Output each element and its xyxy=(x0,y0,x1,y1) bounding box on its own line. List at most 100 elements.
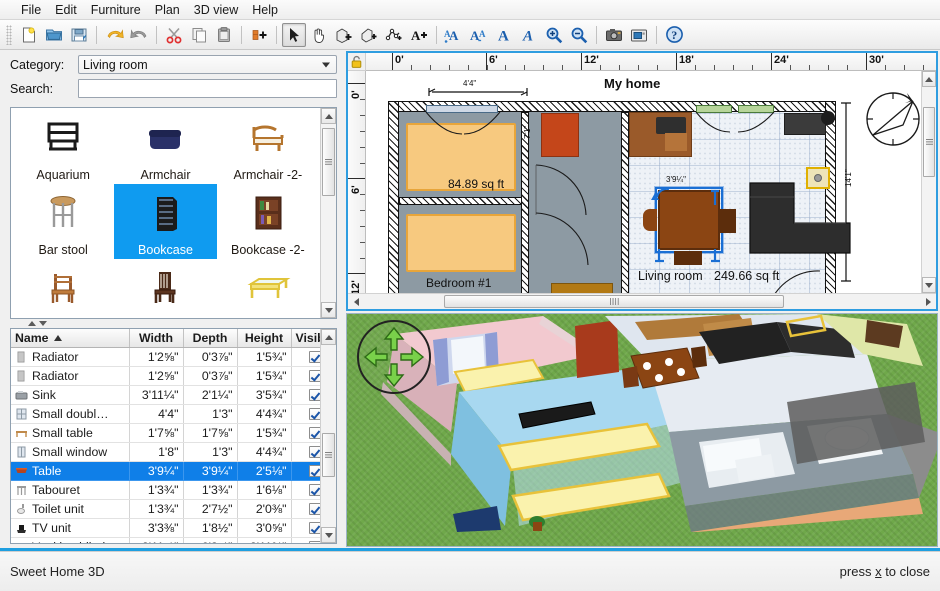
create-rooms-icon[interactable] xyxy=(357,23,381,47)
visible-checkbox[interactable] xyxy=(309,351,320,363)
create-polyline-icon[interactable] xyxy=(382,23,406,47)
plan-scroll-up-button[interactable] xyxy=(922,71,936,87)
left-pane-divider[interactable] xyxy=(0,319,345,328)
furniture-wardrobe[interactable] xyxy=(541,113,579,157)
zoom-in-icon[interactable] xyxy=(542,23,566,47)
catalog-item-bookcase-2[interactable]: Bookcase -2- xyxy=(217,184,319,259)
catalog-item-bookcase[interactable]: Bookcase xyxy=(114,184,216,259)
add-furniture-icon[interactable] xyxy=(247,23,271,47)
redo-icon[interactable] xyxy=(127,23,151,47)
padlock-unlocked-icon[interactable] xyxy=(348,53,366,71)
plan-canvas[interactable]: My home 4'4" 14'1" xyxy=(366,71,921,293)
furniture-speaker[interactable] xyxy=(821,111,835,125)
furniture-tv-unit[interactable] xyxy=(784,113,826,135)
catalog-item-aquarium[interactable]: Aquarium xyxy=(12,109,114,184)
wall-west[interactable] xyxy=(388,101,399,293)
table-row[interactable]: Small table 1'7⅝" 1'7⅝" 1'5¾" xyxy=(11,423,320,442)
divider-collapse-down-icon[interactable] xyxy=(39,321,47,326)
plan-scroll-track[interactable] xyxy=(922,87,936,277)
undo-icon[interactable] xyxy=(102,23,126,47)
visible-checkbox[interactable] xyxy=(309,503,320,515)
table-row[interactable]: Toilet unit 1'3¾" 2'7½" 2'0⅜" xyxy=(11,499,320,518)
furniture-sideboard[interactable] xyxy=(551,283,613,293)
view-3d-canvas[interactable] xyxy=(347,314,937,546)
column-header-height[interactable]: Height xyxy=(237,329,291,347)
column-header-width[interactable]: Width xyxy=(129,329,183,347)
plan-scroll-right-button[interactable] xyxy=(920,294,936,309)
furniture-chair-bottom[interactable] xyxy=(674,251,702,265)
paste-icon[interactable] xyxy=(212,23,236,47)
visible-checkbox[interactable] xyxy=(309,541,320,544)
visible-checkbox[interactable] xyxy=(309,370,320,382)
furniture-kitchen-chair[interactable] xyxy=(665,133,687,151)
bed-double-2[interactable] xyxy=(406,214,516,272)
catalog-scrollbar[interactable] xyxy=(320,108,336,318)
menu-help[interactable]: Help xyxy=(245,1,285,19)
furniture-chair-left[interactable] xyxy=(643,209,657,231)
plan-scroll-left-button[interactable] xyxy=(348,294,364,309)
visible-checkbox[interactable] xyxy=(309,465,320,477)
italic-text-icon[interactable]: A xyxy=(517,23,541,47)
table-row[interactable]: Table 3'9¼" 3'9¼" 2'5⅛" xyxy=(11,461,320,480)
visible-checkbox[interactable] xyxy=(309,427,320,439)
menu-plan[interactable]: Plan xyxy=(148,1,187,19)
table-row[interactable]: Sink 3'11¼" 2'1¼" 3'5¾" xyxy=(11,385,320,404)
column-header-depth[interactable]: Depth xyxy=(183,329,237,347)
bold-text-icon[interactable]: A xyxy=(492,23,516,47)
pan-hand-icon[interactable] xyxy=(307,23,331,47)
view-3d-panel[interactable] xyxy=(346,313,938,547)
catalog-item-armchair-2[interactable]: Armchair -2- xyxy=(217,109,319,184)
save-icon[interactable] xyxy=(67,23,91,47)
create-walls-icon[interactable] xyxy=(332,23,356,47)
cut-scissors-icon[interactable] xyxy=(162,23,186,47)
photo-camera-icon[interactable] xyxy=(602,23,626,47)
catalog-scroll-up-button[interactable] xyxy=(321,108,336,124)
open-folder-icon[interactable] xyxy=(42,23,66,47)
catalog-scroll-down-button[interactable] xyxy=(321,302,336,318)
table-row[interactable]: Venitian blind 2'11⅞" 0'3⅝" 2'11¾" xyxy=(11,537,320,543)
wall-interior-v1[interactable] xyxy=(521,112,529,293)
help-question-icon[interactable]: ? xyxy=(662,23,686,47)
table-row[interactable]: Radiator 1'2⅝" 0'3⅞" 1'5¾" xyxy=(11,347,320,366)
plan-vertical-scrollbar[interactable] xyxy=(921,71,936,293)
decrease-text-size-icon[interactable]: A A xyxy=(467,23,491,47)
menu-file[interactable]: File xyxy=(14,1,48,19)
catalog-item-chair-2[interactable]: Chair -2- xyxy=(114,259,216,318)
column-header-visible[interactable]: Visible xyxy=(291,329,320,347)
video-create-icon[interactable] xyxy=(627,23,651,47)
table-row[interactable]: Small doubl… 4'4" 1'3" 4'4¾" xyxy=(11,404,320,423)
list-scroll-up-button[interactable] xyxy=(321,329,336,345)
search-input[interactable] xyxy=(78,79,337,98)
plan-horizontal-scrollbar[interactable] xyxy=(348,293,936,309)
add-text-icon[interactable]: A xyxy=(407,23,431,47)
table-row[interactable]: TV unit 3'3⅜" 1'8½" 3'0⅝" xyxy=(11,518,320,537)
plan-panel[interactable]: 0' 6' 12' 18' 24' 30' xyxy=(346,51,938,311)
list-scroll-thumb[interactable] xyxy=(322,433,335,477)
catalog-item-bar-stool[interactable]: Bar stool xyxy=(12,184,114,259)
menu-furniture[interactable]: Furniture xyxy=(84,1,148,19)
plan-hscroll-track[interactable] xyxy=(364,294,920,309)
furniture-list-scrollbar[interactable] xyxy=(320,329,336,543)
visible-checkbox[interactable] xyxy=(309,446,320,458)
visible-checkbox[interactable] xyxy=(309,408,320,420)
table-row[interactable]: Tabouret 1'3¾" 1'3¾" 1'6⅛" xyxy=(11,480,320,499)
zoom-out-icon[interactable] xyxy=(567,23,591,47)
menu-edit[interactable]: Edit xyxy=(48,1,84,19)
catalog-scroll-thumb[interactable] xyxy=(322,128,335,196)
furniture-cooktop[interactable] xyxy=(656,117,686,134)
select-arrow-icon[interactable] xyxy=(282,23,306,47)
list-scroll-track[interactable] xyxy=(321,345,336,527)
list-scroll-down-button[interactable] xyxy=(321,527,336,543)
increase-text-size-icon[interactable]: A A xyxy=(442,23,466,47)
table-row[interactable]: Radiator 1'2⅝" 0'3⅞" 1'5¾" xyxy=(11,366,320,385)
category-select[interactable]: Living room xyxy=(78,55,337,74)
toolbar-drag-handle[interactable] xyxy=(6,25,12,45)
catalog-item-chair[interactable]: Chair xyxy=(12,259,114,318)
catalog-item-armchair[interactable]: Armchair xyxy=(114,109,216,184)
furniture-chair-right[interactable] xyxy=(720,209,736,233)
catalog-item-coffee-table[interactable]: Coffee table xyxy=(217,259,319,318)
catalog-scroll-track[interactable] xyxy=(321,124,336,302)
plan-scroll-down-button[interactable] xyxy=(922,277,936,293)
menu-3d-view[interactable]: 3D view xyxy=(187,1,245,19)
visible-checkbox[interactable] xyxy=(309,522,320,534)
